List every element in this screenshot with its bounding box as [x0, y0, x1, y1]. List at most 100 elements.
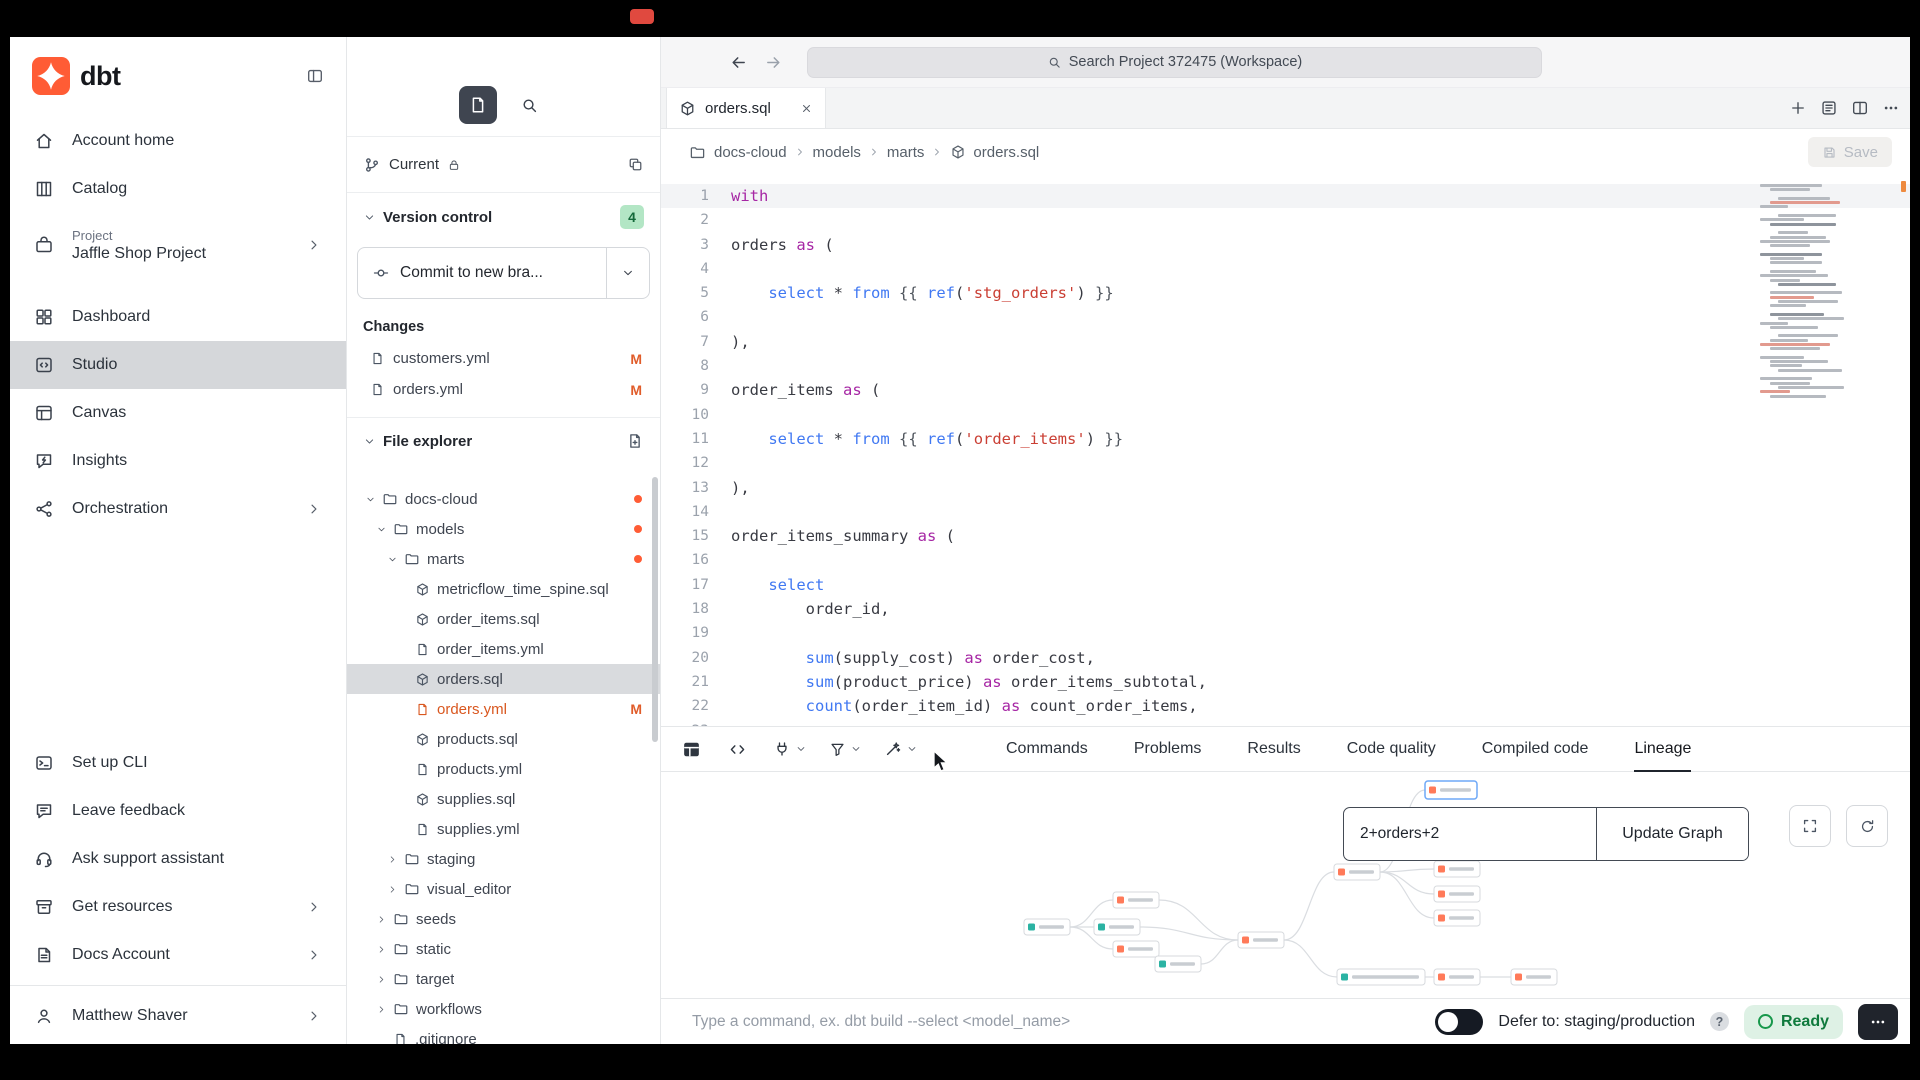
- tree-item--gitignore[interactable]: .gitignore: [347, 1024, 660, 1044]
- status-badge[interactable]: Ready: [1744, 1005, 1843, 1039]
- lineage-node[interactable]: [1434, 886, 1480, 902]
- breadcrumb-item[interactable]: models: [813, 144, 861, 161]
- code-line[interactable]: 6: [661, 305, 1910, 329]
- sidebar-item-jaffle-shop-project[interactable]: ProjectJaffle Shop Project: [10, 213, 346, 277]
- code-line[interactable]: 21 sum(product_price) as order_items_sub…: [661, 670, 1910, 694]
- code-line[interactable]: 13),: [661, 476, 1910, 500]
- code-line[interactable]: 12: [661, 451, 1910, 475]
- code-lines[interactable]: 1with23orders as (45 select * from {{ re…: [661, 175, 1910, 726]
- test-dropdown-button[interactable]: [829, 741, 862, 758]
- tree-item-marts[interactable]: marts: [347, 544, 660, 574]
- tree-item-products-yml[interactable]: products.yml: [347, 754, 660, 784]
- fullscreen-icon[interactable]: [1789, 805, 1831, 847]
- sidebar-item-set-up-cli[interactable]: Set up CLI: [10, 739, 346, 787]
- code-line[interactable]: 11 select * from {{ ref('order_items') }…: [661, 427, 1910, 451]
- notebook-icon[interactable]: [1820, 99, 1838, 117]
- version-control-header[interactable]: Version control 4: [347, 193, 660, 241]
- more-actions-button[interactable]: [1858, 1004, 1898, 1040]
- breadcrumb-item[interactable]: orders.sql: [973, 144, 1039, 161]
- tree-item-orders-sql[interactable]: orders.sql: [347, 664, 660, 694]
- tree-item-target[interactable]: target: [347, 964, 660, 994]
- tab-code-quality[interactable]: Code quality: [1347, 727, 1436, 771]
- tab-commands[interactable]: Commands: [1006, 727, 1088, 771]
- compile-code-icon[interactable]: [728, 740, 747, 759]
- tree-item-supplies-sql[interactable]: supplies.sql: [347, 784, 660, 814]
- code-line[interactable]: 2: [661, 208, 1910, 232]
- lineage-graph[interactable]: [661, 772, 1910, 998]
- code-line[interactable]: 3orders as (: [661, 233, 1910, 257]
- code-line[interactable]: 20 sum(supply_cost) as order_cost,: [661, 646, 1910, 670]
- minimap[interactable]: [1760, 184, 1852, 399]
- update-graph-button[interactable]: Update Graph: [1596, 808, 1748, 860]
- code-line[interactable]: 4: [661, 257, 1910, 281]
- lineage-node[interactable]: [1113, 892, 1159, 908]
- code-editor[interactable]: 1with23orders as (45 select * from {{ re…: [661, 175, 1910, 726]
- sidebar-item-catalog[interactable]: Catalog: [10, 165, 346, 213]
- project-search[interactable]: Search Project 372475 (Workspace): [807, 47, 1542, 78]
- lineage-node[interactable]: [1024, 919, 1070, 935]
- lineage-node[interactable]: [1511, 969, 1557, 985]
- back-button[interactable]: [729, 53, 748, 72]
- lineage-node[interactable]: [1337, 969, 1425, 985]
- code-line[interactable]: 8: [661, 354, 1910, 378]
- help-icon[interactable]: ?: [1710, 1012, 1729, 1031]
- sidebar-item-insights[interactable]: Insights: [10, 437, 346, 485]
- tree-item-products-sql[interactable]: products.sql: [347, 724, 660, 754]
- tree-item-docs-cloud[interactable]: docs-cloud: [347, 484, 660, 514]
- code-line[interactable]: 18 order_id,: [661, 597, 1910, 621]
- breadcrumb-item[interactable]: docs-cloud: [714, 144, 787, 161]
- code-line[interactable]: 14: [661, 500, 1910, 524]
- changed-file-row[interactable]: orders.ymlM: [347, 374, 660, 405]
- new-tab-icon[interactable]: [1789, 99, 1807, 117]
- sidebar-collapse-icon[interactable]: [306, 67, 324, 85]
- lineage-selector-input[interactable]: 2+orders+2: [1344, 808, 1596, 860]
- breadcrumb-item[interactable]: marts: [887, 144, 925, 161]
- command-input[interactable]: Type a command, ex. dbt build --select <…: [692, 1013, 1070, 1031]
- save-button[interactable]: Save: [1808, 137, 1892, 167]
- defer-toggle[interactable]: [1435, 1009, 1483, 1035]
- tree-item-order-items-sql[interactable]: order_items.sql: [347, 604, 660, 634]
- code-line[interactable]: 23: [661, 719, 1910, 726]
- new-file-icon[interactable]: [626, 432, 644, 450]
- forward-button[interactable]: [764, 53, 783, 72]
- lineage-node[interactable]: [1434, 861, 1480, 877]
- tab-lineage[interactable]: Lineage: [1634, 727, 1691, 771]
- lineage-node[interactable]: [1094, 919, 1140, 935]
- tree-item-workflows[interactable]: workflows: [347, 994, 660, 1024]
- file-explorer-header[interactable]: File explorer: [347, 418, 660, 464]
- scrollbar[interactable]: [652, 477, 658, 742]
- changed-file-row[interactable]: customers.ymlM: [347, 343, 660, 374]
- sidebar-item-matthew-shaver[interactable]: Matthew Shaver: [10, 992, 346, 1040]
- tree-item-staging[interactable]: staging: [347, 844, 660, 874]
- tree-item-static[interactable]: static: [347, 934, 660, 964]
- lineage-node[interactable]: [1113, 941, 1159, 957]
- fix-dropdown-button[interactable]: [884, 740, 918, 758]
- tree-item-metricflow-time-spine-sql[interactable]: metricflow_time_spine.sql: [347, 574, 660, 604]
- files-view-button[interactable]: [459, 86, 497, 124]
- code-line[interactable]: 17 select: [661, 573, 1910, 597]
- copy-icon[interactable]: [627, 156, 644, 173]
- sidebar-item-docs-account[interactable]: Docs Account: [10, 931, 346, 979]
- lineage-node[interactable]: [1238, 932, 1284, 948]
- split-editor-icon[interactable]: [1851, 99, 1869, 117]
- preview-results-icon[interactable]: [681, 739, 702, 760]
- build-dropdown-button[interactable]: [773, 740, 807, 758]
- tab-problems[interactable]: Problems: [1134, 727, 1202, 771]
- sidebar-item-dashboard[interactable]: Dashboard: [10, 293, 346, 341]
- lineage-node[interactable]: [1155, 956, 1201, 972]
- search-view-button[interactable]: [511, 86, 549, 124]
- tab-orders-sql[interactable]: orders.sql: [666, 88, 826, 128]
- tree-item-visual-editor[interactable]: visual_editor: [347, 874, 660, 904]
- code-line[interactable]: 5 select * from {{ ref('stg_orders') }}: [661, 281, 1910, 305]
- sidebar-item-ask-support-assistant[interactable]: Ask support assistant: [10, 835, 346, 883]
- code-line[interactable]: 7),: [661, 330, 1910, 354]
- tab-compiled-code[interactable]: Compiled code: [1482, 727, 1589, 771]
- lineage-node[interactable]: [1434, 969, 1480, 985]
- lineage-node[interactable]: [1434, 910, 1480, 926]
- code-line[interactable]: 15order_items_summary as (: [661, 524, 1910, 548]
- refresh-icon[interactable]: [1846, 805, 1888, 847]
- code-line[interactable]: 9order_items as (: [661, 378, 1910, 402]
- tree-item-seeds[interactable]: seeds: [347, 904, 660, 934]
- current-branch-row[interactable]: Current: [347, 137, 660, 193]
- close-icon[interactable]: [800, 102, 813, 115]
